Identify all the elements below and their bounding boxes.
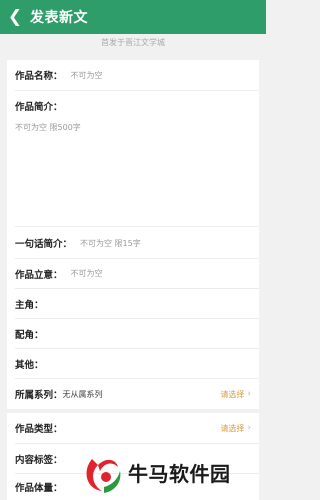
series-row[interactable]: 所属系列： 无从属系列 请选择 › — [7, 379, 259, 409]
supporting-row[interactable]: 配角： — [7, 319, 259, 348]
divider — [15, 90, 259, 91]
protagonist-label: 主角： — [15, 299, 44, 311]
work-name-label: 作品名称： — [15, 71, 63, 82]
back-button[interactable]: ❮ — [0, 0, 30, 34]
series-select-label: 请选择 — [220, 389, 245, 399]
page-title: 发表新文 — [30, 10, 88, 26]
chevron-right-icon: › — [247, 389, 251, 399]
top-bar: ❮ 发表新文 — [0, 0, 266, 34]
watermark-logo — [86, 459, 121, 493]
publish-note: 首发于晋江文学城 — [101, 38, 165, 47]
form-card-main: 作品名称： 不可为空 作品简介： 不可为空 限500字 一句话简介： 不可为空 … — [7, 60, 259, 409]
one-line-intro-label: 一句话简介： — [15, 239, 73, 250]
work-name-row[interactable]: 作品名称： 不可为空 — [7, 60, 259, 90]
work-type-select-label: 请选择 — [220, 423, 245, 433]
series-value: 无从属系列 — [62, 389, 103, 399]
one-line-intro-input[interactable]: 不可为空 限15字 — [80, 238, 141, 249]
intro-row: 作品简介： — [7, 92, 259, 120]
protagonist-row[interactable]: 主角： — [7, 289, 259, 318]
divider — [15, 226, 259, 227]
others-row[interactable]: 其他： — [7, 349, 259, 378]
chevron-left-icon: ❮ — [7, 7, 23, 27]
work-size-label: 作品体量： — [15, 483, 63, 494]
supporting-label: 配角： — [15, 329, 44, 341]
intro-textarea[interactable]: 不可为空 限500字 — [7, 118, 259, 136]
others-label: 其他： — [15, 359, 44, 371]
site-watermark: 牛马软件园 — [84, 444, 266, 500]
watermark-text: 牛马软件园 — [128, 461, 231, 486]
work-name-input[interactable]: 不可为空 — [71, 70, 103, 81]
content-tags-label: 内容标签： — [15, 454, 63, 466]
series-select-button[interactable]: 请选择 › — [220, 389, 251, 400]
theme-row[interactable]: 作品立意： 不可为空 — [7, 259, 259, 288]
intro-placeholder: 不可为空 限500字 — [15, 122, 81, 132]
chevron-right-icon: › — [247, 423, 251, 433]
theme-input[interactable]: 不可为空 — [71, 268, 103, 279]
one-line-intro-row[interactable]: 一句话简介： 不可为空 限15字 — [7, 228, 259, 258]
work-type-select-button[interactable]: 请选择 › — [220, 423, 251, 434]
work-type-row[interactable]: 作品类型： 请选择 › — [7, 413, 259, 443]
work-type-label: 作品类型： — [15, 424, 63, 435]
intro-label: 作品简介： — [15, 102, 63, 113]
theme-label: 作品立意： — [15, 269, 63, 281]
series-label: 所属系列： — [15, 390, 63, 401]
